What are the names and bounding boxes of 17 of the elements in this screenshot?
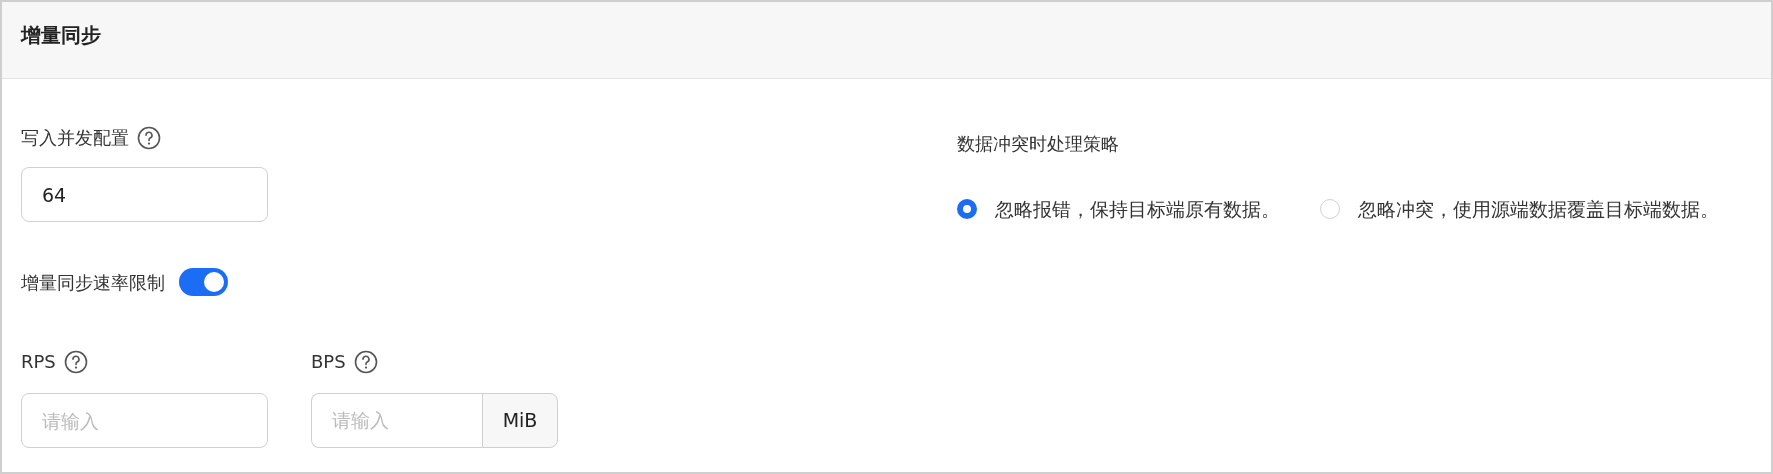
input-field[interactable]: 64 xyxy=(21,167,268,222)
option-label: 忽略报错，保持目标端原有数据。 xyxy=(995,197,1280,222)
field-label: RPS xyxy=(21,350,56,374)
input-field[interactable]: 请输入 xyxy=(311,393,482,448)
field-label: 写入并发配置 xyxy=(21,126,129,150)
input-field[interactable]: 请输入 xyxy=(21,393,268,448)
option-label: 忽略冲突，使用源端数据覆盖目标端数据。 xyxy=(1358,197,1719,222)
field-label: BPS xyxy=(311,350,346,374)
help-icon[interactable] xyxy=(137,125,161,150)
field-label: 增量同步速率限制 xyxy=(21,270,165,295)
toggle-switch[interactable] xyxy=(179,268,228,296)
help-icon[interactable] xyxy=(353,349,378,374)
help-icon[interactable] xyxy=(63,349,88,374)
unit-label: MiB xyxy=(482,393,558,448)
field-label: 数据冲突时处理策略 xyxy=(957,132,1120,156)
section-title: 增量同步 xyxy=(21,23,101,47)
radio-button[interactable] xyxy=(957,199,977,220)
